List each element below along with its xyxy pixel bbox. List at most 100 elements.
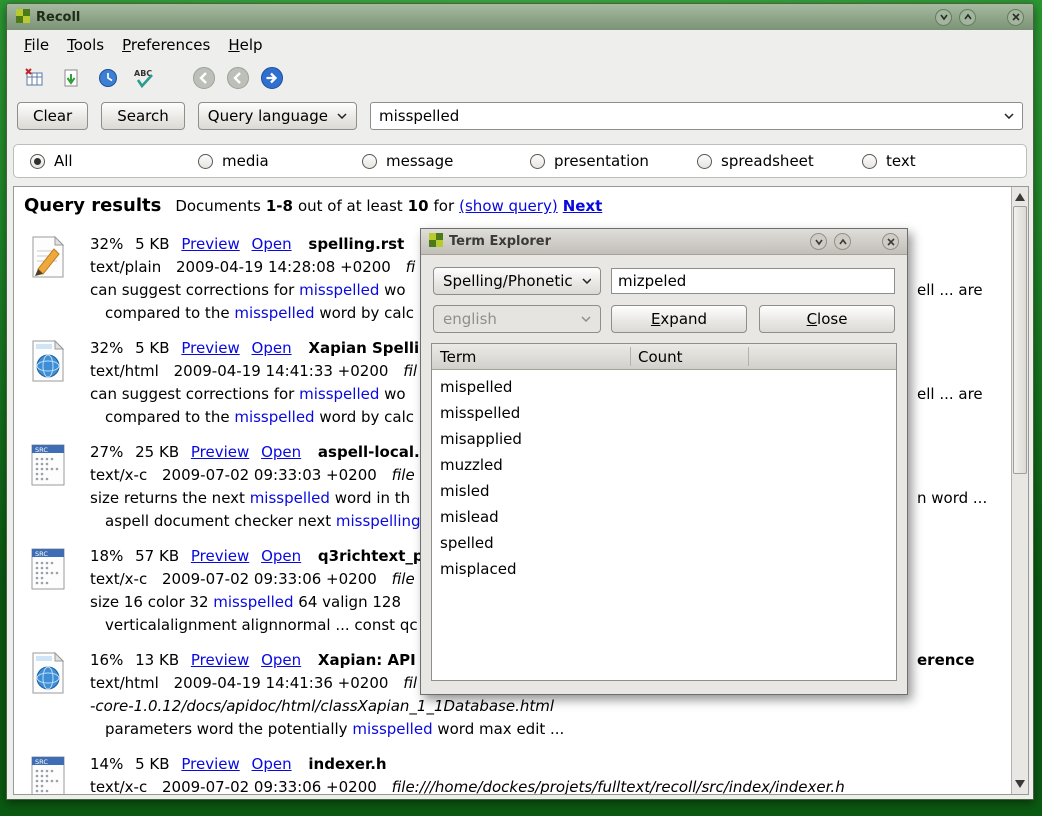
term-cell: mislead: [440, 508, 499, 526]
result-icon: SRC: [26, 441, 90, 539]
query-input[interactable]: [371, 107, 1004, 125]
first-page-button[interactable]: [191, 65, 217, 91]
html-document-icon: [26, 339, 70, 383]
term-row[interactable]: misled: [432, 478, 896, 504]
search-term-link[interactable]: misspelled: [213, 593, 293, 611]
filter-all[interactable]: All: [30, 152, 73, 170]
dialog-title: Term Explorer: [449, 234, 551, 249]
open-link[interactable]: Open: [261, 651, 301, 669]
result-item: SRC 14% 5 KB Preview Open indexer.h: [26, 747, 1028, 795]
query-language-select[interactable]: Query language: [198, 102, 357, 130]
results-scrollbar[interactable]: [1011, 187, 1028, 794]
filter-media[interactable]: media: [198, 152, 269, 170]
scroll-down-button[interactable]: [1012, 776, 1028, 792]
close-window-button[interactable]: [882, 233, 899, 250]
next-page-button[interactable]: [259, 65, 285, 91]
abstract-text-fragment: n word ...: [917, 487, 987, 510]
term-row[interactable]: misapplied: [432, 426, 896, 452]
result-url: fil: [403, 674, 417, 692]
expansion-mode-select[interactable]: Spelling/Phonetic: [433, 267, 601, 295]
result-relevance: 14%: [90, 755, 123, 773]
save-results-button[interactable]: [58, 65, 84, 91]
html-document-icon: [26, 651, 70, 695]
x-icon: [888, 239, 894, 245]
unshade-button[interactable]: [834, 233, 851, 250]
result-icon: [26, 233, 90, 331]
preview-link[interactable]: Preview: [191, 443, 249, 461]
term-row[interactable]: mispelled: [432, 374, 896, 400]
abstract-text: compared to the: [105, 408, 234, 426]
clock-icon: [97, 67, 119, 89]
menu-preferences[interactable]: Preferences: [113, 32, 219, 58]
term-explorer-titlebar[interactable]: Term Explorer: [421, 229, 907, 255]
clear-button[interactable]: Clear: [17, 102, 88, 130]
prev-page-button[interactable]: [225, 65, 251, 91]
filter-spreadsheet[interactable]: spreadsheet: [697, 152, 814, 170]
shade-button[interactable]: [810, 233, 827, 250]
term-row[interactable]: spelled: [432, 530, 896, 556]
close-button[interactable]: Close: [759, 305, 895, 333]
search-term-link[interactable]: misspelled: [234, 304, 314, 322]
shade-button[interactable]: [935, 9, 952, 26]
result-relevance: 18%: [90, 547, 123, 565]
term-row[interactable]: mislead: [432, 504, 896, 530]
abstract-text: -core-1.0.12/docs/apidoc/html/classXapia…: [90, 697, 554, 715]
column-term[interactable]: Term: [440, 348, 638, 366]
menu-file[interactable]: File: [15, 32, 58, 58]
preview-link[interactable]: Preview: [181, 755, 239, 773]
source-code-icon: SRC: [26, 547, 70, 591]
chevron-down-icon: [581, 316, 591, 322]
scroll-up-button[interactable]: [1012, 189, 1028, 205]
result-abstract-line: -core-1.0.12/docs/apidoc/html/classXapia…: [90, 695, 1028, 718]
history-button[interactable]: [95, 65, 121, 91]
open-link[interactable]: Open: [252, 755, 292, 773]
open-link[interactable]: Open: [261, 547, 301, 565]
term-table: Term Count mispelledmisspelledmisapplied…: [431, 343, 897, 681]
expand-button[interactable]: Expand: [611, 305, 747, 333]
search-term-link[interactable]: misspelling: [336, 512, 421, 530]
result-url: fi: [406, 258, 416, 276]
search-button[interactable]: Search: [101, 102, 185, 130]
column-count[interactable]: Count: [638, 348, 683, 366]
search-term-link[interactable]: misspelled: [234, 408, 314, 426]
unshade-button[interactable]: [959, 9, 976, 26]
filter-message[interactable]: message: [362, 152, 453, 170]
filter-text[interactable]: text: [862, 152, 916, 170]
result-size: 5 KB: [135, 235, 169, 253]
menu-help[interactable]: Help: [219, 32, 271, 58]
result-mimetype: text/x-c: [90, 466, 147, 484]
open-link[interactable]: Open: [252, 235, 292, 253]
clear-search-button[interactable]: [21, 65, 47, 91]
search-term-link[interactable]: misspelled: [299, 281, 379, 299]
preview-link[interactable]: Preview: [181, 339, 239, 357]
term-row[interactable]: muzzled: [432, 452, 896, 478]
preview-link[interactable]: Preview: [191, 651, 249, 669]
summary-range: 1-8: [266, 197, 293, 215]
filter-presentation[interactable]: presentation: [530, 152, 649, 170]
text-document-icon: [26, 235, 70, 279]
term-row[interactable]: misspelled: [432, 400, 896, 426]
term-search-input[interactable]: [611, 268, 895, 294]
menu-tools[interactable]: Tools: [58, 32, 113, 58]
arrow-right-icon: [260, 66, 284, 90]
open-link[interactable]: Open: [252, 339, 292, 357]
close-button[interactable]: [1007, 9, 1024, 26]
query-combobox[interactable]: [370, 102, 1023, 130]
term-row[interactable]: misplaced: [432, 556, 896, 582]
term-explorer-button[interactable]: ABC: [132, 65, 158, 91]
abstract-text: size returns the next: [90, 489, 250, 507]
scrollbar-thumb[interactable]: [1013, 206, 1027, 474]
language-select[interactable]: english: [433, 305, 601, 333]
search-term-link[interactable]: misspelled: [250, 489, 330, 507]
preview-link[interactable]: Preview: [191, 547, 249, 565]
show-query-link[interactable]: (show query): [459, 197, 558, 215]
preview-link[interactable]: Preview: [181, 235, 239, 253]
search-term-link[interactable]: misspelled: [352, 720, 432, 738]
term-table-header[interactable]: Term Count: [432, 344, 896, 370]
open-link[interactable]: Open: [261, 443, 301, 461]
titlebar[interactable]: Recoll: [7, 4, 1033, 30]
result-relevance: 32%: [90, 235, 123, 253]
search-term-link[interactable]: misspelled: [299, 385, 379, 403]
next-page-link[interactable]: Next: [563, 197, 603, 215]
abstract-text: word max edit ...: [433, 720, 565, 738]
